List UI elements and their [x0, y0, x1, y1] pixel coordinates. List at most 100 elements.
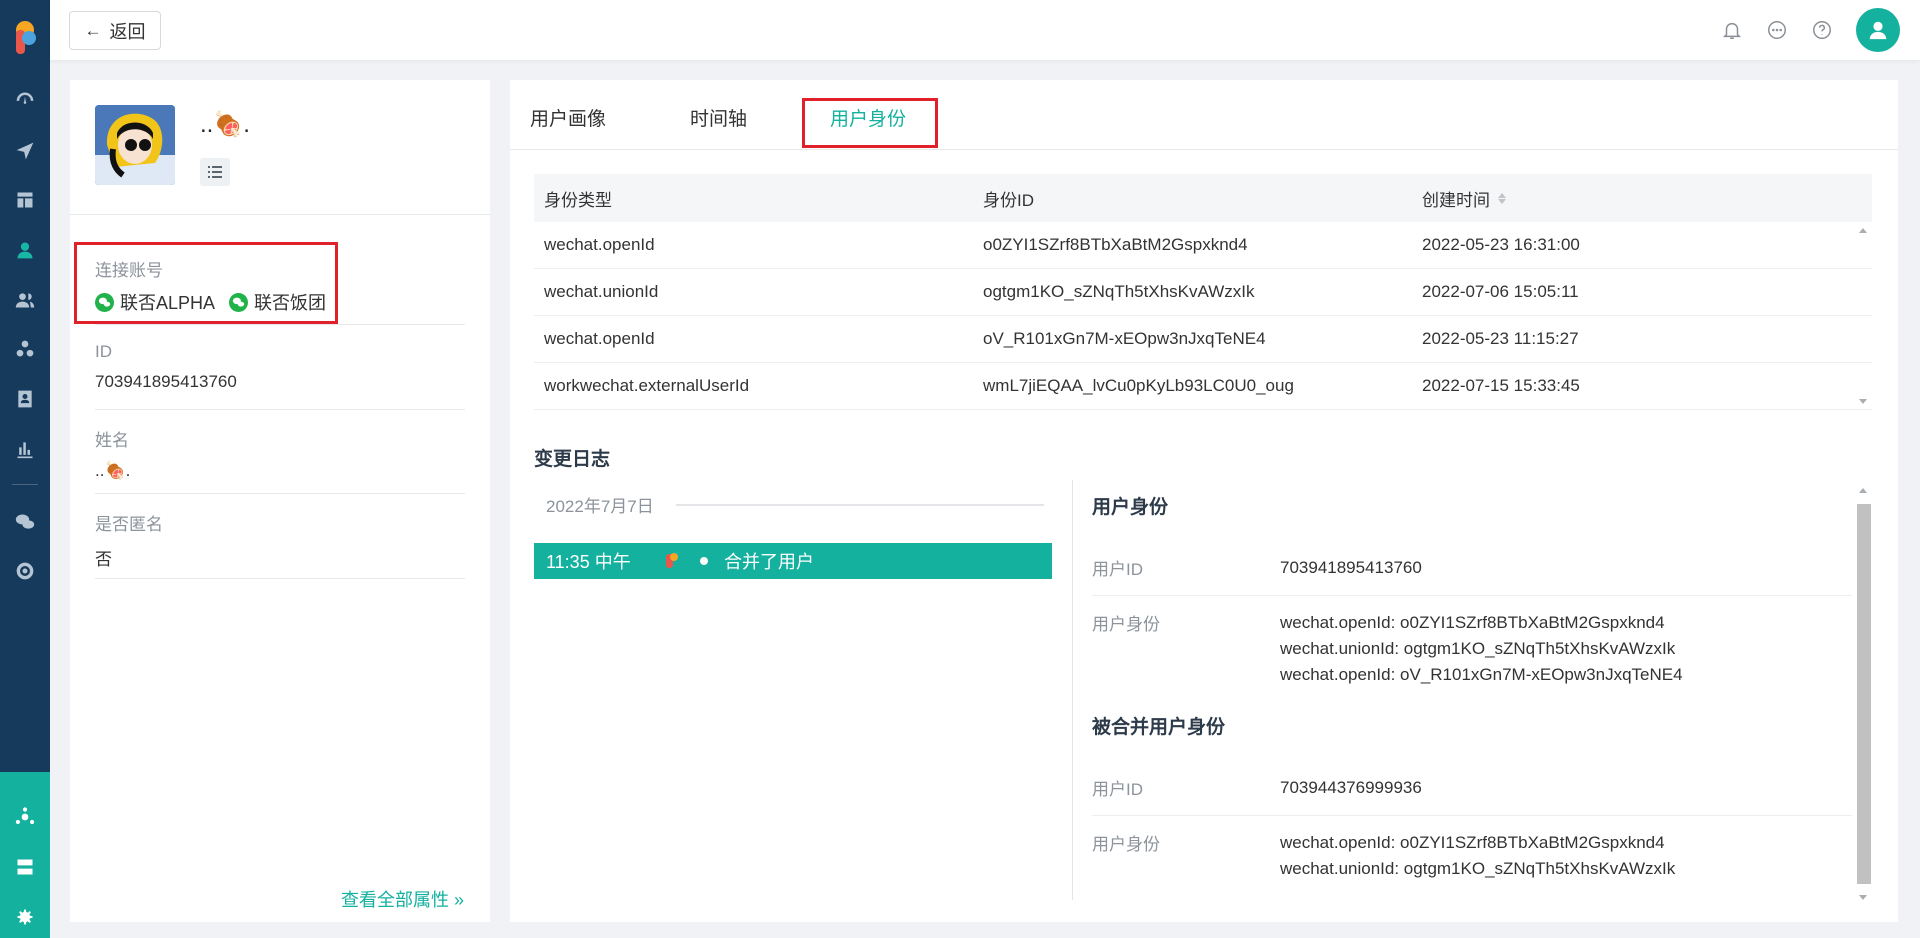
back-button[interactable]: ← 返回 [69, 11, 161, 50]
layout-icon[interactable] [14, 189, 36, 211]
tab-user-portrait[interactable]: 用户画像 [530, 104, 606, 131]
table-row: wechat.openId oV_R101xGn7M-xEOpw3nJxqTeN… [534, 316, 1872, 363]
changelog-item-time: 11:35 中午 [546, 552, 631, 572]
scroll-up-icon[interactable] [1859, 228, 1867, 233]
column-header-sortable[interactable]: 创建时间 [1412, 186, 1832, 211]
table-cell: 2022-07-06 15:05:11 [1422, 282, 1579, 301]
table-header: 身份类型 身份ID 创建时间 [534, 174, 1872, 222]
settings-icon[interactable] [14, 906, 36, 928]
detail-row: 用户身份 wechat.openId: o0ZYI1SZrf8BTbXaBtM2… [1092, 596, 1852, 704]
changelog-item-text: 合并了用户 [724, 552, 814, 572]
table-row: wechat.unionId ogtgm1KO_sZNqTh5tXhsKvAWz… [534, 269, 1872, 316]
chart-icon[interactable] [14, 438, 36, 460]
highlight-box [802, 98, 938, 148]
detail-row: 用户身份 wechat.openId: o0ZYI1SZrf8BTbXaBtM2… [1092, 816, 1852, 890]
table-cell: wechat.openId [544, 235, 655, 254]
detail-scrollbar[interactable] [1856, 484, 1872, 904]
top-header: ← 返回 [50, 0, 1920, 60]
tab-timeline[interactable]: 时间轴 [690, 104, 747, 131]
highlight-box [74, 242, 338, 324]
table-cell: 2022-05-23 16:31:00 [1422, 235, 1580, 254]
badge-icon[interactable] [14, 388, 36, 410]
back-button-label: 返回 [109, 21, 146, 42]
tab-bar: 用户画像 时间轴 用户身份 [510, 80, 1898, 150]
scroll-down-icon[interactable] [1859, 895, 1867, 900]
detail-value: 703941895413760 [1280, 558, 1422, 577]
segment-icon[interactable] [14, 338, 36, 360]
changelog-detail: 用户身份 用户ID 703941895413760 用户身份 wechat.op… [1092, 484, 1852, 890]
split-divider [1072, 480, 1073, 900]
sort-icon[interactable] [1498, 192, 1506, 204]
divider [70, 214, 490, 215]
table-cell: 2022-07-15 15:33:45 [1422, 376, 1580, 395]
table-cell: 2022-05-23 11:15:27 [1422, 329, 1579, 348]
divider [95, 493, 465, 494]
table-cell: wechat.unionId [544, 282, 659, 301]
column-header: 身份ID [983, 190, 1034, 210]
detail-section-title: 用户身份 [1092, 497, 1169, 518]
detail-value-list: wechat.openId: o0ZYI1SZrf8BTbXaBtM2Gspxk… [1280, 833, 1676, 878]
divider [95, 409, 465, 410]
detail-key: 用户身份 [1092, 835, 1160, 854]
list-icon[interactable] [200, 158, 230, 186]
changelog-item[interactable]: 11:35 中午 合并了用户 [534, 543, 1052, 579]
divider [95, 578, 465, 579]
user-icon[interactable] [14, 239, 36, 261]
table-row: wechat.openId o0ZYI1SZrf8BTbXaBtM2Gspxkn… [534, 222, 1872, 269]
id-field: ID 703941895413760 [95, 342, 465, 392]
table-row: workwechat.externalUserId wmL7jiEQAA_lvC… [534, 363, 1872, 410]
table-cell: o0ZYI1SZrf8BTbXaBtM2Gspxknd4 [983, 235, 1248, 254]
chat-icon[interactable] [1766, 19, 1788, 41]
detail-key: 用户身份 [1092, 615, 1160, 634]
date-divider [675, 503, 1044, 506]
dashboard-icon[interactable] [14, 89, 36, 111]
profile-name: ..🍖. [200, 111, 250, 138]
table-scrollbar[interactable] [1856, 222, 1870, 410]
users-icon[interactable] [14, 289, 36, 311]
divider [95, 324, 465, 325]
wechat-icon[interactable] [14, 511, 36, 533]
avatar [95, 105, 175, 185]
anonymous-field: 是否匿名 否 [95, 510, 465, 570]
help-icon[interactable] [1811, 19, 1833, 41]
name-field: 姓名 ..🍖. [95, 426, 465, 481]
id-label: ID [95, 342, 112, 361]
name-label: 姓名 [95, 431, 129, 450]
nav-bottom-group [0, 772, 50, 938]
id-value: 703941895413760 [95, 372, 237, 391]
anonymous-value: 否 [95, 550, 112, 569]
name-value: ..🍖. [95, 461, 131, 480]
table-cell: wechat.openId [544, 329, 655, 348]
changelog-date: 2022年7月7日 [546, 497, 654, 516]
bell-icon[interactable] [1721, 19, 1743, 41]
bullet-icon [700, 557, 708, 565]
scroll-down-icon[interactable] [1859, 399, 1867, 404]
anonymous-label: 是否匿名 [95, 515, 163, 534]
detail-key: 用户ID [1092, 560, 1143, 579]
user-avatar-icon[interactable] [1856, 8, 1900, 52]
server-icon[interactable] [14, 856, 36, 878]
identity-table: 身份类型 身份ID 创建时间 wechat.openId o0ZYI1SZrf8… [534, 174, 1872, 410]
view-all-attributes-link[interactable]: 查看全部属性 » [341, 886, 464, 912]
detail-key: 用户ID [1092, 780, 1143, 799]
profile-card: ..🍖. 连接账号 联否ALPHA 联否饭团 ID 70394189541376… [70, 80, 490, 922]
scrollbar-thumb[interactable] [1857, 504, 1871, 884]
mini-avatar-icon [664, 552, 678, 570]
send-icon[interactable] [14, 140, 36, 162]
arrow-left-icon: ← [84, 20, 102, 40]
target-icon[interactable] [14, 560, 36, 582]
app-logo[interactable] [12, 20, 38, 56]
scroll-up-icon[interactable] [1859, 488, 1867, 493]
detail-row: 用户ID 703944376999936 [1092, 739, 1852, 816]
changelog-date-row: 2022年7月7日 [534, 492, 1054, 517]
column-header: 身份类型 [544, 190, 612, 210]
detail-value: 703944376999936 [1280, 778, 1422, 797]
table-cell: oV_R101xGn7M-xEOpw3nJxqTeNE4 [983, 329, 1266, 348]
table-cell: workwechat.externalUserId [544, 376, 750, 395]
main-panel: 用户画像 时间轴 用户身份 身份类型 身份ID 创建时间 wechat.open… [510, 80, 1898, 922]
nav-divider [12, 484, 38, 485]
changelog-title: 变更日志 [534, 449, 611, 470]
detail-value-list: wechat.openId: o0ZYI1SZrf8BTbXaBtM2Gspxk… [1280, 613, 1683, 684]
detail-row: 用户ID 703941895413760 [1092, 519, 1852, 596]
network-icon[interactable] [14, 806, 36, 828]
